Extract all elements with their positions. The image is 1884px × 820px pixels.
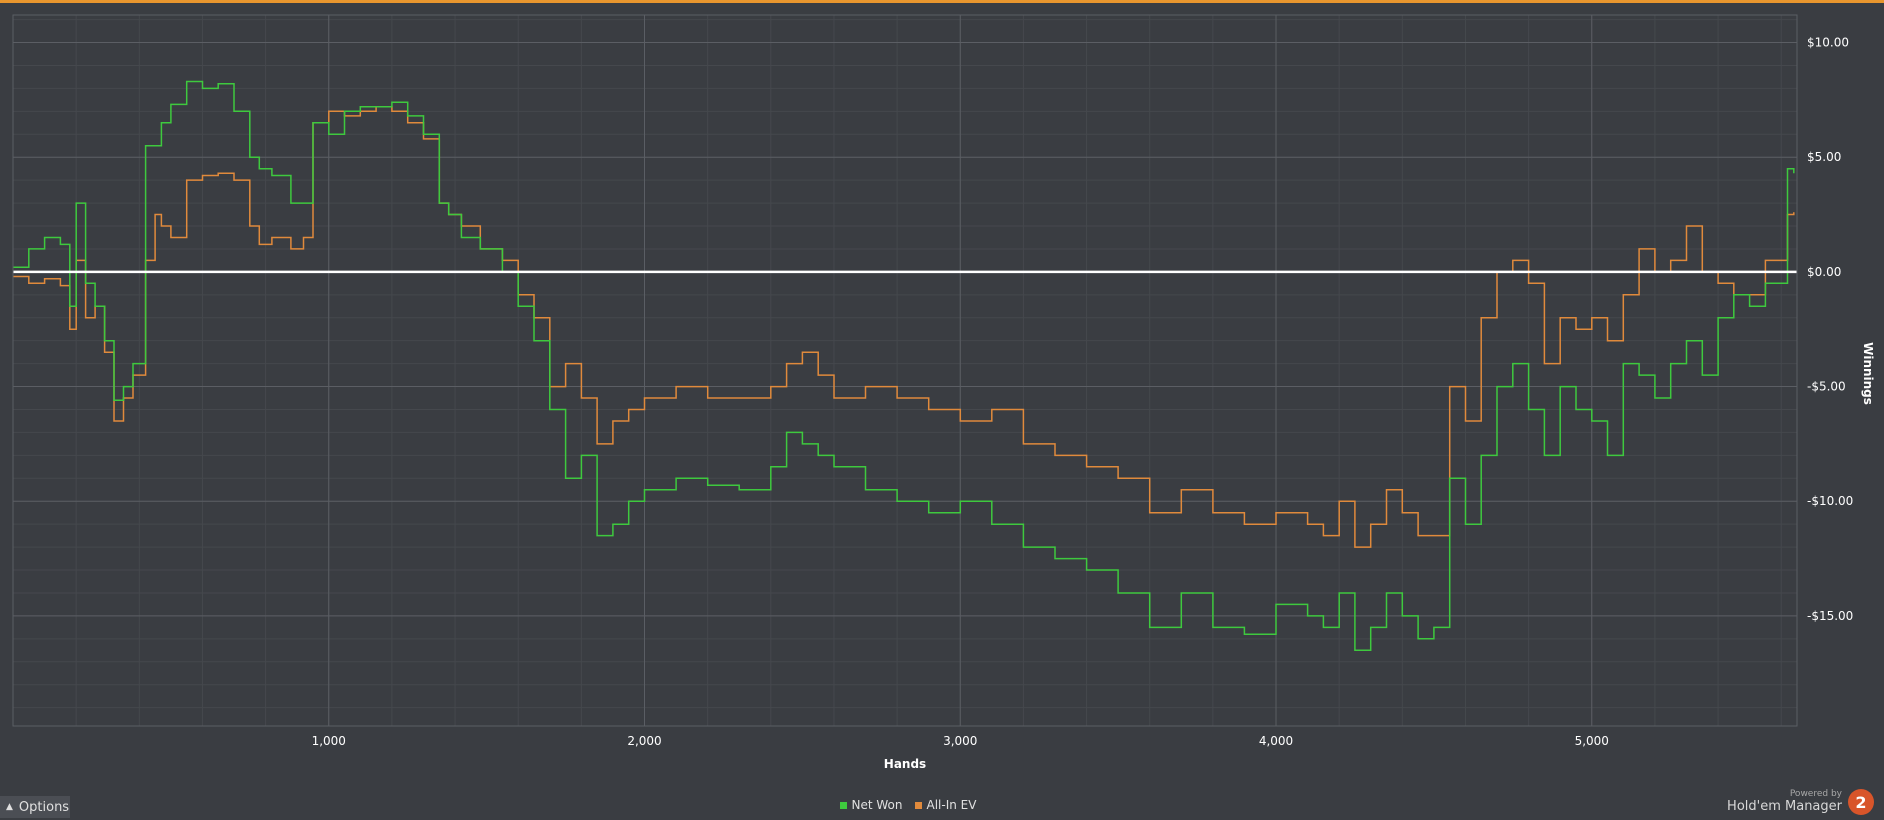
plot-area (13, 15, 1797, 726)
chart-legend: Net Won All-In EV (0, 798, 1816, 812)
y-tick-label: $0.00 (1807, 265, 1841, 279)
y-tick-label: -$10.00 (1807, 494, 1853, 508)
x-axis-ticks: 1,000 2,000 3,000 4,000 5,000 (312, 734, 1609, 748)
y-axis-ticks: $10.00 $5.00 $0.00 -$5.00 -$10.00 -$15.00 (1807, 36, 1853, 623)
brand-badge: Powered by Hold'em Manager 2 (1727, 789, 1874, 815)
brand-name: Hold'em Manager (1727, 798, 1842, 814)
legend-item-all-in-ev[interactable]: All-In EV (914, 798, 977, 812)
y-tick-label: -$15.00 (1807, 609, 1853, 623)
legend-swatch-all-in-ev (914, 801, 922, 809)
brand-text: Powered by Hold'em Manager (1727, 789, 1842, 814)
y-tick-label: $5.00 (1807, 150, 1841, 164)
x-tick-label: 4,000 (1259, 734, 1293, 748)
legend-label-net-won: Net Won (851, 798, 903, 812)
legend-item-net-won[interactable]: Net Won (839, 798, 903, 812)
x-tick-label: 3,000 (943, 734, 977, 748)
x-tick-label: 5,000 (1575, 734, 1609, 748)
legend-label-all-in-ev: All-In EV (926, 798, 977, 812)
x-axis-title: Hands (884, 757, 926, 771)
winnings-chart: 1,000 2,000 3,000 4,000 5,000 $10.00 $5.00 $0.… (12, 14, 1875, 771)
y-tick-label: -$5.00 (1807, 380, 1846, 394)
x-tick-label: 2,000 (627, 734, 661, 748)
legend-swatch-net-won (839, 801, 847, 809)
x-tick-label: 1,000 (312, 734, 346, 748)
y-axis-title: Winnings (1861, 342, 1875, 405)
brand-logo-icon: 2 (1848, 789, 1874, 815)
y-tick-label: $10.00 (1807, 36, 1849, 50)
